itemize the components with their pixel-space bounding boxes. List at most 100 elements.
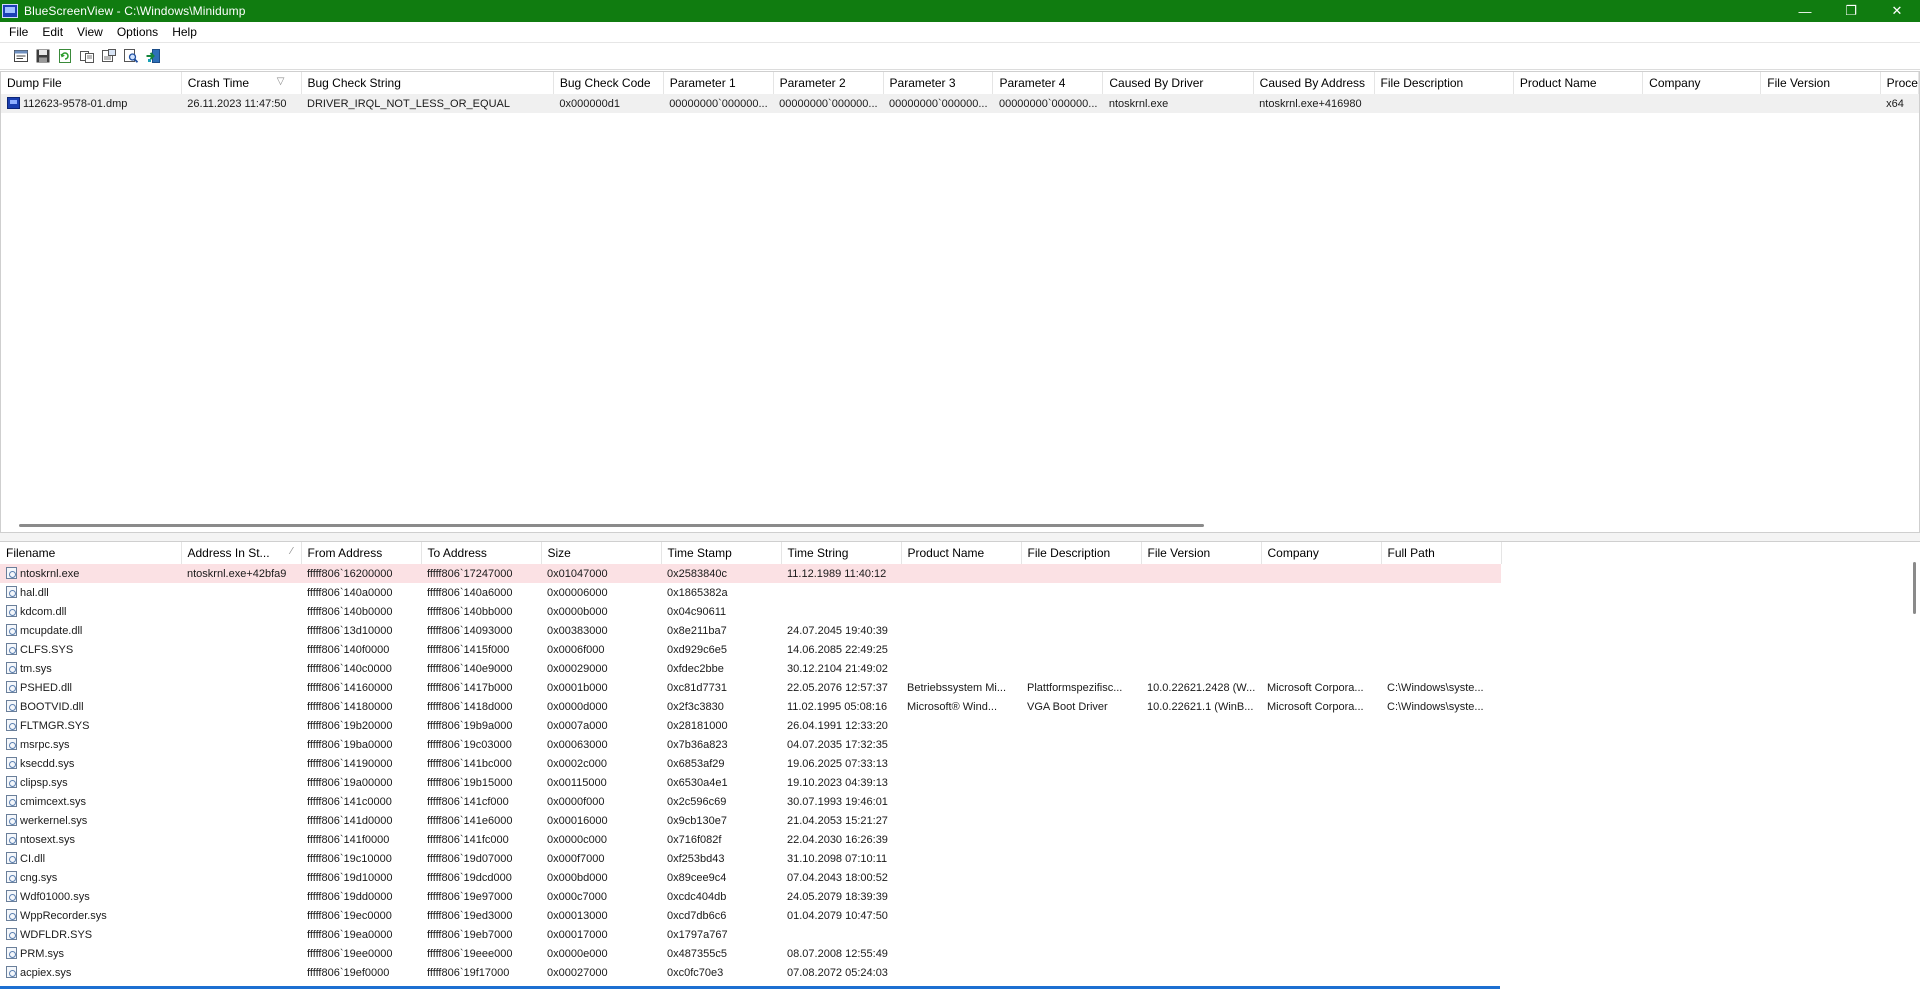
table-cell: fffff806`140e9000 bbox=[427, 662, 513, 675]
col-parameter-4[interactable]: Parameter 4 bbox=[992, 72, 1104, 94]
table-cell: fffff806`19ec0000 bbox=[307, 909, 392, 922]
col-parameter-2[interactable]: Parameter 2 bbox=[773, 72, 884, 94]
table-cell bbox=[1261, 830, 1381, 849]
properties-button[interactable] bbox=[10, 45, 32, 67]
find-icon bbox=[124, 49, 139, 63]
table-cell bbox=[181, 678, 301, 697]
table-cell bbox=[901, 659, 1021, 678]
refresh-button[interactable] bbox=[54, 45, 76, 67]
col-product-name[interactable]: Product Name bbox=[1513, 72, 1644, 94]
menu-file[interactable]: File bbox=[2, 22, 35, 42]
vertical-scrollbar[interactable] bbox=[1908, 562, 1920, 989]
pane-splitter[interactable] bbox=[0, 533, 1920, 541]
col-bug-check-string[interactable]: Bug Check String bbox=[301, 72, 554, 94]
col-size[interactable]: Size bbox=[541, 542, 662, 564]
horizontal-scrollbar[interactable] bbox=[1, 520, 1919, 532]
module-row[interactable]: ntoskrnl.exe ntoskrnl.exe+42bfa9 fffff806`… bbox=[0, 564, 1501, 583]
cell-text: Wdf01000.sys bbox=[20, 891, 90, 903]
table-cell bbox=[1261, 564, 1381, 583]
module-row[interactable]: hal.dll fffff806`140a0000 fffff806`140a600… bbox=[0, 583, 1501, 602]
module-row[interactable]: msrpc.sys fffff806`19ba0000 fffff806`19c03… bbox=[0, 735, 1501, 754]
col-product-name[interactable]: Product Name bbox=[901, 542, 1022, 564]
col-company[interactable]: Company bbox=[1261, 542, 1382, 564]
col-to-address[interactable]: To Address bbox=[421, 542, 542, 564]
col-parameter-3[interactable]: Parameter 3 bbox=[883, 72, 994, 94]
table-cell bbox=[901, 773, 1021, 792]
module-row[interactable]: WDFLDR.SYS fffff806`19ea0000 fffff806`19eb… bbox=[0, 925, 1501, 944]
col-time-string[interactable]: Time String bbox=[781, 542, 902, 564]
table-cell: WppRecorder.sys bbox=[0, 906, 181, 925]
minimize-button[interactable]: — bbox=[1782, 0, 1828, 22]
col-time-stamp[interactable]: Time Stamp bbox=[661, 542, 782, 564]
table-cell: fffff806`140a6000 bbox=[427, 586, 513, 599]
module-row[interactable]: ksecdd.sys fffff806`14190000 fffff806`141b… bbox=[0, 754, 1501, 773]
table-cell bbox=[181, 640, 301, 659]
table-cell bbox=[901, 754, 1021, 773]
module-row[interactable]: CLFS.SYS fffff806`140f0000 fffff806`1415f0… bbox=[0, 640, 1501, 659]
copy-icon bbox=[80, 51, 94, 63]
module-row[interactable]: mcupdate.dll fffff806`13d10000 fffff806`14… bbox=[0, 621, 1501, 640]
col-address-in-stack[interactable]: Address In St... ⁄ bbox=[181, 542, 302, 564]
dump-file-icon bbox=[7, 97, 20, 109]
cell-text: CI.dll bbox=[20, 853, 46, 865]
col-parameter-1[interactable]: Parameter 1 bbox=[663, 72, 774, 94]
module-row[interactable]: PSHED.dll fffff806`14160000 fffff806`1417b… bbox=[0, 678, 1501, 697]
table-cell bbox=[1021, 602, 1141, 621]
menu-options[interactable]: Options bbox=[110, 22, 165, 42]
exit-button[interactable] bbox=[142, 45, 164, 67]
col-file-version[interactable]: File Version bbox=[1141, 542, 1262, 564]
col-processor[interactable]: Proce bbox=[1880, 72, 1919, 94]
table-cell bbox=[1021, 621, 1141, 640]
module-row[interactable]: cmimcext.sys fffff806`141c0000 fffff806`14… bbox=[0, 792, 1501, 811]
col-full-path[interactable]: Full Path bbox=[1381, 542, 1502, 564]
module-row[interactable]: tm.sys fffff806`140c0000 fffff806`140e9000… bbox=[0, 659, 1501, 678]
cell-text: PRM.sys bbox=[20, 948, 64, 960]
module-row[interactable]: Wdf01000.sys fffff806`19dd0000 fffff806`19… bbox=[0, 887, 1501, 906]
cell-text: FLTMGR.SYS bbox=[20, 720, 90, 732]
module-row[interactable]: kdcom.dll fffff806`140b0000 fffff806`140bb… bbox=[0, 602, 1501, 621]
copy-button[interactable] bbox=[76, 45, 98, 67]
module-row[interactable]: FLTMGR.SYS fffff806`19b20000 fffff806`19b9… bbox=[0, 716, 1501, 735]
col-caused-by-driver[interactable]: Caused By Driver bbox=[1102, 72, 1254, 94]
menu-view[interactable]: View bbox=[70, 22, 110, 42]
table-cell bbox=[1141, 735, 1261, 754]
col-from-address[interactable]: From Address bbox=[301, 542, 422, 564]
module-row[interactable]: werkernel.sys fffff806`141d0000 fffff806`1… bbox=[0, 811, 1501, 830]
table-cell: fffff806`141e6000 bbox=[427, 814, 513, 827]
col-crash-time[interactable]: Crash Time ▽ bbox=[181, 72, 302, 94]
module-row[interactable]: acpiex.sys fffff806`19ef0000 fffff806`19f1… bbox=[0, 963, 1501, 982]
col-file-description[interactable]: File Description bbox=[1021, 542, 1142, 564]
col-dump-file[interactable]: Dump File bbox=[1, 72, 182, 94]
restore-button[interactable]: ❐ bbox=[1828, 0, 1874, 22]
module-file-icon bbox=[6, 833, 17, 845]
table-cell bbox=[1021, 830, 1141, 849]
col-file-version[interactable]: File Version bbox=[1760, 72, 1881, 94]
cell-text: PSHED.dll bbox=[20, 682, 72, 694]
col-bug-check-code[interactable]: Bug Check Code bbox=[553, 72, 664, 94]
menu-edit[interactable]: Edit bbox=[35, 22, 70, 42]
col-caused-by-address[interactable]: Caused By Address bbox=[1253, 72, 1375, 94]
menu-help[interactable]: Help bbox=[165, 22, 204, 42]
module-row[interactable]: cng.sys fffff806`19d10000 fffff806`19dcd00… bbox=[0, 868, 1501, 887]
find-button[interactable] bbox=[120, 45, 142, 67]
col-file-description[interactable]: File Description bbox=[1374, 72, 1514, 94]
table-cell: fffff806`19dcd000 bbox=[427, 871, 512, 884]
table-cell: 22.04.2030 16:26:39 bbox=[787, 833, 888, 846]
module-row[interactable]: BOOTVID.dll fffff806`14180000 fffff806`141… bbox=[0, 697, 1501, 716]
col-filename[interactable]: Filename bbox=[0, 542, 182, 564]
module-row[interactable]: PRM.sys fffff806`19ee0000 fffff806`19eee00… bbox=[0, 944, 1501, 963]
dump-row[interactable]: 112623-9578-01.dmp 26.11.2023 11:47:50 DRI… bbox=[1, 94, 1919, 113]
module-file-icon bbox=[6, 871, 17, 883]
module-row[interactable]: CI.dll fffff806`19c10000 fffff806`19d07000… bbox=[0, 849, 1501, 868]
module-row[interactable]: WppRecorder.sys fffff806`19ec0000 fffff806… bbox=[0, 906, 1501, 925]
vertical-scroll-thumb[interactable] bbox=[1913, 562, 1916, 614]
cell-text: cmimcext.sys bbox=[20, 796, 86, 808]
horizontal-scroll-thumb[interactable] bbox=[19, 524, 1204, 527]
table-cell: fffff806`1415f000 bbox=[427, 643, 510, 656]
module-row[interactable]: ntosext.sys fffff806`141f0000 fffff806`141… bbox=[0, 830, 1501, 849]
html-report-button[interactable] bbox=[98, 45, 120, 67]
save-button[interactable] bbox=[32, 45, 54, 67]
module-row[interactable]: clipsp.sys fffff806`19a00000 fffff806`19b1… bbox=[0, 773, 1501, 792]
close-button[interactable]: ✕ bbox=[1874, 0, 1920, 22]
col-company[interactable]: Company bbox=[1642, 72, 1762, 94]
